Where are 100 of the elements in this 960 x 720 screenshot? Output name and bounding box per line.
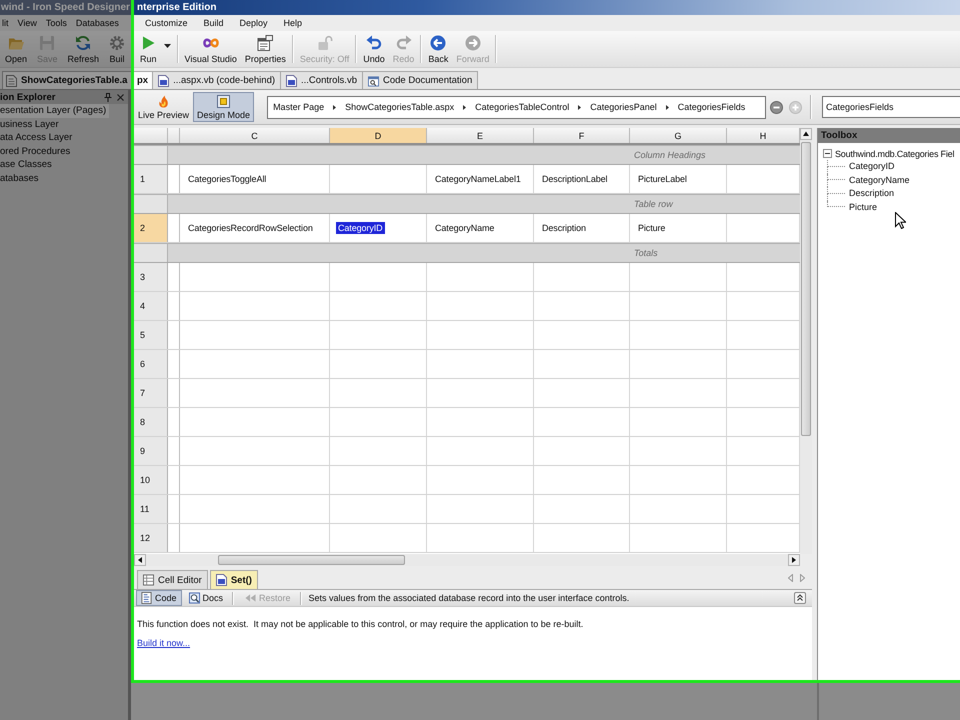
row-header[interactable]: 8	[134, 408, 168, 436]
column-header[interactable]: G	[630, 128, 727, 143]
column-header[interactable]: E	[427, 128, 534, 143]
tree-item[interactable]: ata Access Layer	[0, 131, 76, 144]
table-cell[interactable]: CategoryNameLabel1	[427, 165, 534, 193]
row-header[interactable]: 7	[134, 379, 168, 407]
row-header[interactable]: 3	[134, 263, 168, 291]
framed-square-icon	[217, 94, 230, 108]
toolbar-button[interactable]: Buil	[104, 31, 130, 67]
breadcrumb-item[interactable]: CategoriesFields	[678, 102, 746, 112]
tree-item[interactable]: ase Classes	[0, 158, 55, 172]
row-header[interactable]: 11	[134, 495, 168, 523]
breadcrumb-item[interactable]: CategoriesTableControl	[475, 102, 570, 112]
flame-icon	[157, 94, 170, 108]
document-tab[interactable]: ...aspx.vb (code-behind)	[152, 71, 282, 89]
panel-toolbar-button[interactable]: Code	[136, 590, 182, 606]
tree-item[interactable]: Southwind.mdb.Categories Fiel	[835, 148, 954, 158]
document-tab[interactable]: Code Documentation	[362, 71, 478, 89]
breadcrumb-separator-icon	[333, 104, 336, 110]
section-label: Table row	[633, 199, 674, 209]
menu-item[interactable]: Help	[282, 18, 304, 28]
view-mode-button[interactable]: Design Mode	[193, 92, 254, 122]
table-cell[interactable]: CategoryName	[427, 214, 534, 242]
dropdown-caret-icon[interactable]	[164, 44, 171, 48]
table-cell[interactable]: CategoriesToggleAll	[180, 165, 330, 193]
row-header[interactable]: 4	[134, 292, 168, 320]
tree-item[interactable]: CategoryID	[827, 160, 895, 174]
window-title: wind - Iron Speed Designer	[0, 2, 130, 13]
toolbar-button[interactable]: Visual Studio	[180, 31, 241, 67]
triangle-right-icon[interactable]	[800, 574, 805, 582]
table-cell[interactable]: PictureLabel	[630, 165, 727, 193]
tree-item[interactable]: usiness Layer	[0, 118, 62, 131]
toolbar-button[interactable]: Undo	[359, 31, 389, 67]
play-icon	[140, 34, 156, 50]
table-cell[interactable]: CategoriesRecordRowSelection	[180, 214, 330, 242]
page-icon	[6, 74, 17, 86]
horizontal-scrollbar[interactable]	[134, 554, 800, 566]
scrollbar-thumb[interactable]	[218, 555, 405, 565]
zoom-out-icon[interactable]	[770, 100, 784, 114]
breadcrumb-separator-icon	[578, 104, 582, 110]
pin-icon[interactable]	[104, 92, 112, 102]
double-chevron-up-icon[interactable]	[794, 592, 806, 604]
menu-item[interactable]: Tools	[44, 18, 68, 28]
panel-tab[interactable]: Set()	[210, 570, 258, 589]
breadcrumb-item[interactable]: ShowCategoriesTable.aspx	[345, 102, 454, 112]
toolbar-button[interactable]: Back	[424, 31, 452, 67]
menu-item[interactable]: Customize	[144, 18, 189, 28]
view-mode-button[interactable]: Live Preview	[134, 92, 194, 122]
panel-title: ion Explorer	[0, 92, 56, 102]
breadcrumb-item[interactable]: Master Page	[273, 102, 324, 112]
tree-item[interactable]: Picture	[827, 200, 878, 214]
menu-item[interactable]: Build	[202, 18, 225, 28]
document-tab[interactable]: px	[134, 71, 154, 89]
tree-item[interactable]: CategoryName	[827, 174, 910, 187]
document-tab[interactable]: ShowCategoriesTable.a	[2, 71, 131, 89]
panel-tab[interactable]: Cell Editor	[137, 570, 208, 589]
row-header[interactable]: 12	[134, 524, 168, 552]
table-icon	[143, 574, 154, 586]
row-header[interactable]: 10	[134, 466, 168, 494]
tree-item[interactable]: ored Procedures	[0, 144, 74, 158]
toolbar-button[interactable]: Properties	[240, 31, 290, 67]
code-page-icon	[141, 592, 152, 604]
panel-title: Toolbox	[821, 130, 858, 141]
table-cell[interactable]: CategoryID	[330, 214, 427, 242]
minus-box-icon[interactable]	[823, 149, 832, 158]
tree-item[interactable]: Description	[827, 187, 894, 200]
toolbar-button[interactable]: Open	[0, 31, 32, 67]
section-label: Column Headings	[633, 150, 707, 160]
table-cell[interactable]: Description	[534, 214, 630, 242]
close-icon[interactable]	[117, 94, 124, 100]
table-cell[interactable]: Picture	[630, 214, 727, 242]
tree-item[interactable]: atabases	[0, 172, 42, 185]
menu-item[interactable]: Deploy	[238, 18, 269, 28]
breadcrumb-separator-icon	[463, 104, 466, 110]
vb-file-icon	[216, 574, 227, 586]
scrollbar-thumb[interactable]	[801, 142, 811, 436]
panel-toolbar-button[interactable]: Docs	[184, 590, 228, 606]
breadcrumb-item[interactable]: CategoriesPanel	[590, 102, 657, 112]
refresh-icon	[75, 34, 92, 50]
documentation-icon	[368, 74, 379, 86]
menu-item[interactable]: lit	[1, 18, 10, 28]
magnifier-icon	[188, 592, 200, 604]
tree-item[interactable]: esentation Layer (Pages)	[0, 104, 110, 118]
triangle-left-icon[interactable]	[788, 574, 793, 582]
build-link[interactable]: Build it now...	[137, 638, 190, 648]
column-header[interactable]: F	[534, 128, 630, 143]
document-tab[interactable]: ...Controls.vb	[280, 71, 363, 89]
row-header[interactable]: 6	[134, 350, 168, 378]
column-header[interactable]: D	[330, 128, 427, 143]
row-header[interactable]: 9	[134, 437, 168, 465]
table-cell[interactable]: DescriptionLabel	[534, 165, 630, 193]
toolbar-button[interactable]: Run	[136, 31, 175, 67]
menu-item[interactable]: View	[16, 18, 38, 28]
menu-item[interactable]: Databases	[74, 18, 120, 28]
rewind-icon	[245, 592, 256, 604]
row-header[interactable]: 2	[134, 214, 168, 242]
row-header[interactable]: 5	[134, 321, 168, 349]
row-header[interactable]: 1	[134, 165, 168, 193]
control-name-field[interactable]: CategoriesFields	[822, 96, 960, 118]
toolbar-button[interactable]: Refresh	[62, 31, 104, 67]
